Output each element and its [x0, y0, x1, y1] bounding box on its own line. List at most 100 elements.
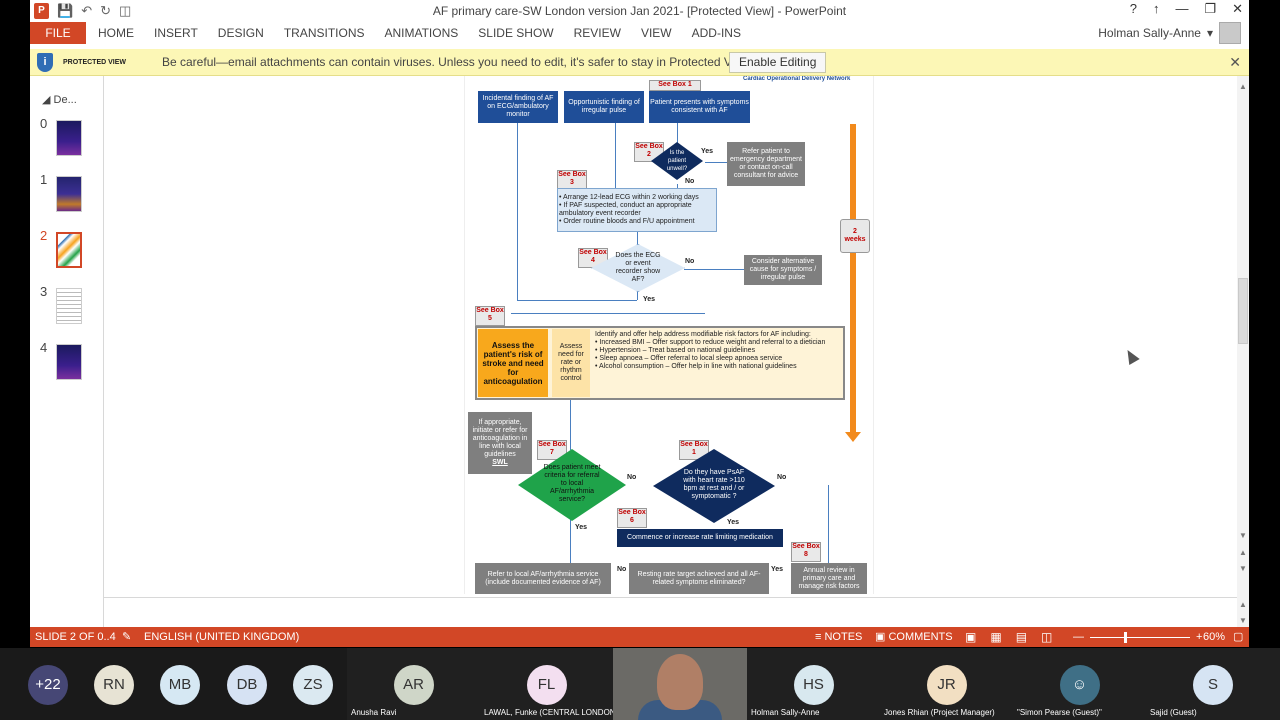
notes-area[interactable] — [104, 597, 1237, 627]
refer-local-service-box: Refer to local AF/arrhythmia service (in… — [475, 563, 611, 594]
participant-tile[interactable]: DB — [219, 648, 275, 720]
enable-editing-button[interactable]: Enable Editing — [729, 52, 827, 73]
participant-tile[interactable]: JR Jones Rhian (Project Manager) — [880, 648, 1013, 720]
thumbnail-slide-4[interactable]: 4 — [40, 340, 100, 380]
zoom-in-icon[interactable]: + — [1196, 627, 1202, 647]
no-label: No — [685, 258, 695, 265]
comments-button[interactable]: ▣ COMMENTS — [875, 627, 953, 647]
avatar: DB — [227, 665, 267, 705]
minimize-icon[interactable]: — — [1175, 1, 1188, 17]
previous-slide-icon[interactable]: ▲ — [1239, 548, 1247, 557]
protected-view-bar: i PROTECTED VIEW Be careful—email attach… — [30, 49, 1249, 76]
tab-animations[interactable]: ANIMATIONS — [384, 22, 458, 44]
participant-tile[interactable]: HS Holman Sally-Anne — [747, 648, 880, 720]
zoom-percentage[interactable]: 60% — [1203, 627, 1225, 647]
normal-view-icon[interactable]: ▣ — [965, 627, 976, 647]
scroll-down-icon[interactable]: ▼ — [1239, 531, 1247, 540]
yes-label: Yes — [643, 296, 656, 303]
title-bar: P 💾 ↶ ↻ ◫ AF primary care-SW London vers… — [30, 0, 1249, 22]
opportunistic-finding-box: Opportunistic finding of irregular pulse — [564, 91, 644, 123]
tab-slide-show[interactable]: SLIDE SHOW — [478, 22, 553, 44]
connector-line — [615, 120, 616, 192]
language-indicator[interactable]: ENGLISH (UNITED KINGDOM) — [144, 627, 299, 647]
ribbon-display-icon[interactable]: ↑ — [1153, 1, 1160, 17]
participant-tile[interactable]: AR Anusha Ravi — [347, 648, 480, 720]
connector-line — [684, 269, 744, 270]
fit-to-window-icon[interactable]: ▢ — [1233, 627, 1243, 647]
slide-count: SLIDE 2 OF 0..4 — [35, 631, 116, 643]
reading-view-icon[interactable]: ▤ — [1016, 627, 1027, 647]
slide-editing-canvas[interactable]: Cardiac Operational Delivery Network Inc… — [104, 76, 1237, 596]
alternative-cause-box: Consider alternative cause for symptoms … — [744, 255, 822, 285]
participant-name: Jones Rhian (Project Manager) — [884, 708, 995, 717]
notes-scroll-down-icon[interactable]: ▼ — [1239, 616, 1247, 625]
scroll-up-icon[interactable]: ▲ — [1239, 82, 1247, 91]
user-account[interactable]: Holman Sally-Anne ▾ — [1098, 22, 1241, 44]
window-controls: ? ↑ — ❐ ✕ — [1130, 1, 1243, 17]
tab-file[interactable]: FILE — [30, 22, 86, 44]
help-icon[interactable]: ? — [1130, 1, 1137, 17]
two-weeks-label: 2 weeks — [840, 219, 870, 253]
thumbnail-slide-3[interactable]: 3 — [40, 284, 100, 324]
tab-view[interactable]: VIEW — [641, 22, 672, 44]
status-bar: SLIDE 2 OF 0..4 ✎ ENGLISH (UNITED KINGDO… — [30, 627, 1249, 647]
connector-line — [511, 313, 705, 314]
slide[interactable]: Cardiac Operational Delivery Network Inc… — [464, 76, 874, 594]
tab-transitions[interactable]: TRANSITIONS — [284, 22, 365, 44]
tab-add-ins[interactable]: ADD-INS — [692, 22, 741, 44]
avatar — [1219, 22, 1241, 44]
no-label: No — [777, 474, 787, 481]
participant-name: Sajid (Guest) — [1150, 708, 1197, 717]
avatar: ZS — [293, 665, 333, 705]
section-header[interactable]: ◢ De... — [42, 93, 77, 106]
thumbnail-slide-2[interactable]: 2 — [40, 228, 100, 268]
tab-design[interactable]: DESIGN — [218, 22, 264, 44]
slide-number: 4 — [40, 340, 48, 355]
slide-number: 0 — [40, 116, 48, 131]
swl-link[interactable]: SWL — [492, 459, 508, 467]
notes-label: NOTES — [824, 631, 863, 643]
participant-video[interactable] — [613, 648, 747, 720]
tab-home[interactable]: HOME — [98, 22, 134, 44]
participant-tile[interactable]: MB — [152, 648, 208, 720]
risk-factor-item: • Increased BMI – Offer support to reduc… — [595, 339, 826, 346]
thumbnail-slide-0[interactable]: 0 — [40, 116, 100, 156]
close-icon[interactable]: ✕ — [1229, 49, 1241, 76]
thumbnail-slide-1[interactable]: 1 — [40, 172, 100, 212]
timeline-arrow — [850, 124, 856, 434]
slide-show-icon[interactable]: ◫ — [1041, 627, 1052, 647]
participant-tile[interactable]: S Sajid (Guest) — [1146, 648, 1280, 720]
more-participants-button[interactable]: +22 — [20, 648, 76, 720]
zoom-out-icon[interactable]: — — [1073, 627, 1084, 647]
next-slide-icon[interactable]: ▼ — [1239, 564, 1247, 573]
slide-sorter-icon[interactable]: ▦ — [990, 627, 1001, 647]
video-person-head — [657, 654, 703, 710]
avatar: JR — [926, 665, 967, 705]
scroll-thumb[interactable] — [1238, 278, 1248, 344]
overflow-count: +22 — [28, 665, 68, 705]
guest-user-icon: ☺ — [1059, 665, 1100, 705]
participant-tile[interactable]: RN — [86, 648, 142, 720]
slide-thumbnail-image — [56, 344, 82, 380]
restore-icon[interactable]: ❐ — [1204, 1, 1216, 17]
avatar: FL — [526, 665, 567, 705]
zoom-slider[interactable] — [1090, 631, 1190, 643]
yes-label: Yes — [701, 148, 714, 155]
participant-tile[interactable]: FL LAWAL, Funke (CENTRAL LONDON... — [480, 648, 622, 720]
vertical-scrollbar[interactable]: ▲ ▼ ▲ ▼ ▲ ▼ — [1237, 76, 1249, 627]
yes-label: Yes — [771, 566, 784, 573]
spell-check-icon[interactable]: ✎ — [122, 627, 131, 647]
see-box-tag: See Box 8 — [791, 542, 821, 562]
zoom-slider-thumb[interactable] — [1124, 631, 1127, 643]
participant-tile[interactable]: ZS — [285, 648, 341, 720]
close-icon[interactable]: ✕ — [1232, 1, 1243, 17]
yes-label: Yes — [727, 519, 740, 526]
notes-button[interactable]: ≡ NOTES — [815, 627, 862, 647]
avatar: RN — [94, 665, 134, 705]
tab-review[interactable]: REVIEW — [574, 22, 621, 44]
notes-scroll-up-icon[interactable]: ▲ — [1239, 600, 1247, 609]
participant-tile[interactable]: ☺ "Simon Pearse (Guest)" — [1013, 648, 1146, 720]
tab-insert[interactable]: INSERT — [154, 22, 198, 44]
slide-number: 1 — [40, 172, 48, 187]
patient-presents-box: Patient presents with symptoms consisten… — [649, 91, 750, 123]
